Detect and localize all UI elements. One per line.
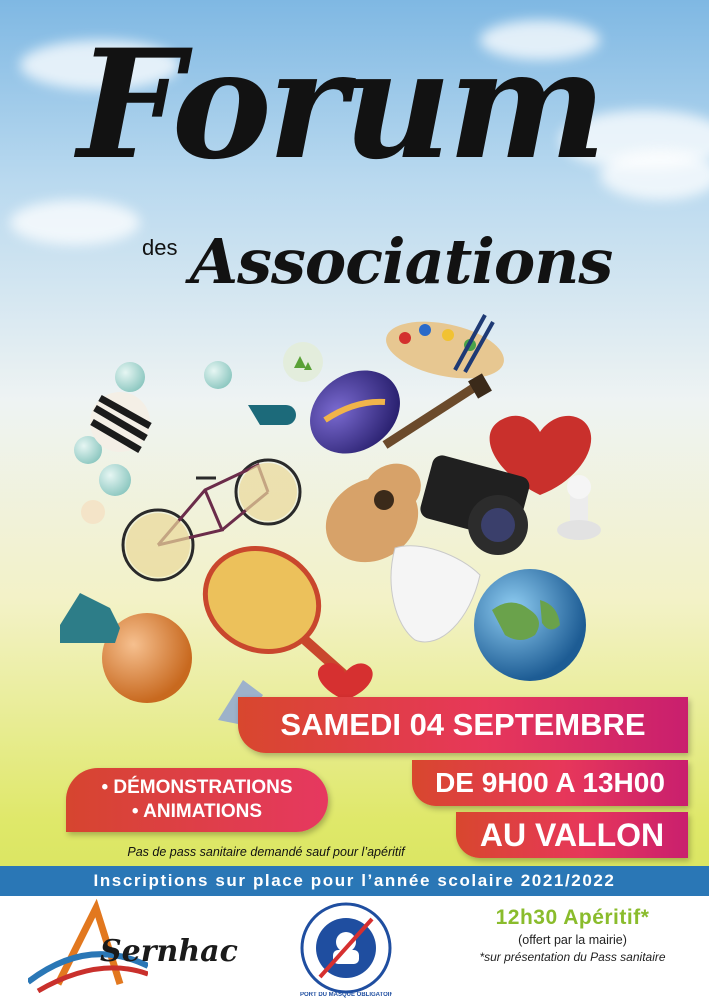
- chess-piece-icon: [557, 475, 601, 540]
- poster: Forum des Associations SAMEDI 04 SEPTEMB…: [0, 0, 709, 1000]
- whistle-icon: [248, 405, 296, 425]
- tennis-racket-icon: [202, 545, 354, 684]
- small-ball-icon: [99, 464, 131, 496]
- aperitif-note: *sur présentation du Pass sanitaire: [479, 950, 666, 964]
- globe-icon: [474, 569, 586, 681]
- striped-ball-icon: [90, 392, 152, 454]
- bicycle-wheel-fill: [126, 513, 190, 577]
- sneaker-icon: [60, 593, 120, 643]
- small-ball-icon: [204, 361, 232, 389]
- recycle-icon: [283, 342, 323, 382]
- date-ribbon: SAMEDI 04 SEPTEMBRE: [238, 697, 688, 753]
- footer: Sernhac PORT DU MASQUE OBLIGATOIRE 12h30…: [0, 896, 709, 1000]
- small-ball-icon: [115, 362, 145, 392]
- bicycle-wheel-fill: [239, 463, 297, 521]
- small-ball-icon: [81, 500, 105, 524]
- mask-badge-text: PORT DU MASQUE OBLIGATOIRE: [300, 992, 392, 998]
- paint-palette-icon: [386, 314, 504, 379]
- activity-item: • DÉMONSTRATIONS: [101, 777, 293, 799]
- activity-item: • ANIMATIONS: [131, 801, 263, 822]
- place-ribbon: AU VALLON: [456, 812, 688, 858]
- aperitif-offered: (offert par la mairie): [518, 933, 627, 947]
- mask-badge-icon: [300, 902, 392, 994]
- sernhac-logo-text: Sernhac: [100, 934, 238, 969]
- theatre-mask-icon: [390, 545, 481, 643]
- time-ribbon: DE 9H00 A 13H00: [412, 760, 688, 806]
- activities-box: • DÉMONSTRATIONS • ANIMATIONS: [66, 768, 328, 832]
- registration-bar: Inscriptions sur place pour l’année scol…: [0, 866, 709, 896]
- aperitif-title: 12h30 Apéritif*: [495, 906, 650, 929]
- pass-note: Pas de pass sanitaire demandé sauf pour …: [127, 845, 405, 859]
- red-heart-icon: [317, 662, 373, 700]
